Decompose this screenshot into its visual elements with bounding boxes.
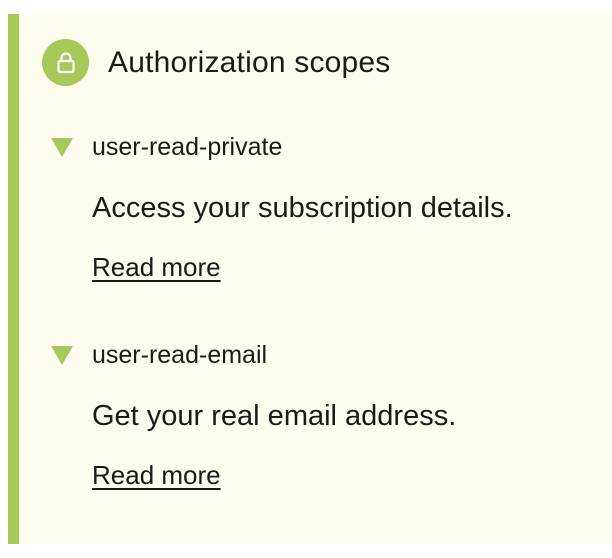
caret-down-icon[interactable] [51, 138, 73, 157]
panel-header: Authorization scopes [42, 39, 391, 86]
authorization-scopes-panel: Authorization scopes user-read-private A… [8, 14, 612, 544]
scope-toggle[interactable]: user-read-private [51, 133, 513, 162]
scope-description: Get your real email address. [92, 400, 457, 432]
scope-toggle[interactable]: user-read-email [51, 341, 456, 370]
panel-title: Authorization scopes [108, 45, 391, 79]
scope-name: user-read-email [92, 341, 268, 369]
scope-name: user-read-private [92, 133, 283, 161]
read-more-link[interactable]: Read more [92, 252, 221, 283]
lock-icon [42, 39, 89, 86]
scope-description: Access your subscription details. [92, 192, 513, 224]
read-more-link[interactable]: Read more [92, 460, 221, 491]
scope-item-user-read-email: user-read-email Get your real email addr… [51, 341, 456, 491]
scope-item-user-read-private: user-read-private Access your subscripti… [51, 133, 513, 283]
caret-down-icon[interactable] [51, 346, 73, 365]
